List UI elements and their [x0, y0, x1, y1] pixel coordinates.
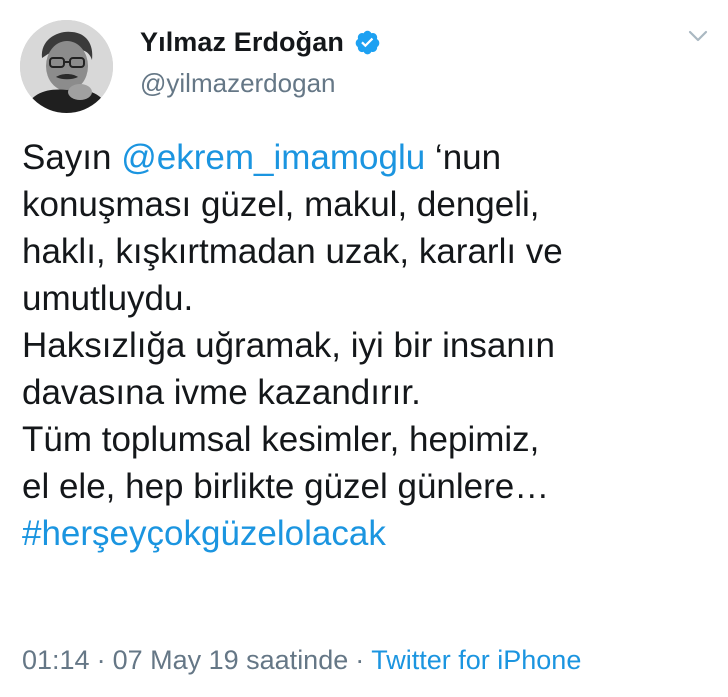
meta-separator: ·: [355, 645, 365, 675]
author-handle[interactable]: @yilmazerdogan: [140, 68, 335, 99]
tweet-line: haklı, kışkırtmadan uzak, kararlı ve: [22, 232, 563, 271]
chevron-down-icon[interactable]: [686, 24, 710, 48]
person-photo-icon: [20, 20, 113, 113]
meta-separator: ·: [96, 645, 106, 675]
tweet-line: Tüm toplumsal kesimler, hepimiz,: [22, 420, 540, 459]
tweet-line: Haksızlığa uğramak, iyi bir insanın: [22, 326, 555, 365]
verified-badge-icon: [354, 29, 381, 56]
tweet-line: el ele, hep birlikte güzel günlere…: [22, 467, 550, 506]
mention-link[interactable]: @ekrem_imamoglu: [121, 138, 425, 177]
tweet-line: Sayın @ekrem_imamoglu ‘nun: [22, 134, 712, 181]
avatar[interactable]: [20, 20, 113, 113]
tweet-text-segment: Sayın: [22, 138, 122, 177]
tweet-time[interactable]: 01:14: [22, 645, 90, 676]
tweet-text-segment: ‘nun: [425, 138, 502, 177]
hashtag-link[interactable]: #herşeyçokgüzelolacak: [22, 510, 712, 557]
tweet-line: konuşması güzel, makul, dengeli,: [22, 185, 540, 224]
tweet-text: Sayın @ekrem_imamoglu ‘nun konuşması güz…: [22, 134, 712, 557]
author-name[interactable]: Yılmaz Erdoğan: [140, 27, 344, 58]
tweet-card: Yılmaz Erdoğan @yilmazerdogan Sayın @ekr…: [0, 0, 728, 697]
author-name-row: Yılmaz Erdoğan: [140, 22, 381, 62]
tweet-line: davasına ivme kazandırır.: [22, 373, 421, 412]
tweet-line: umutluydu.: [22, 279, 194, 318]
tweet-meta: 01:14 · 07 May 19 saatinde · Twitter for…: [22, 645, 581, 676]
tweet-source-link[interactable]: Twitter for iPhone: [371, 645, 581, 676]
tweet-date[interactable]: 07 May 19 saatinde: [113, 645, 349, 676]
